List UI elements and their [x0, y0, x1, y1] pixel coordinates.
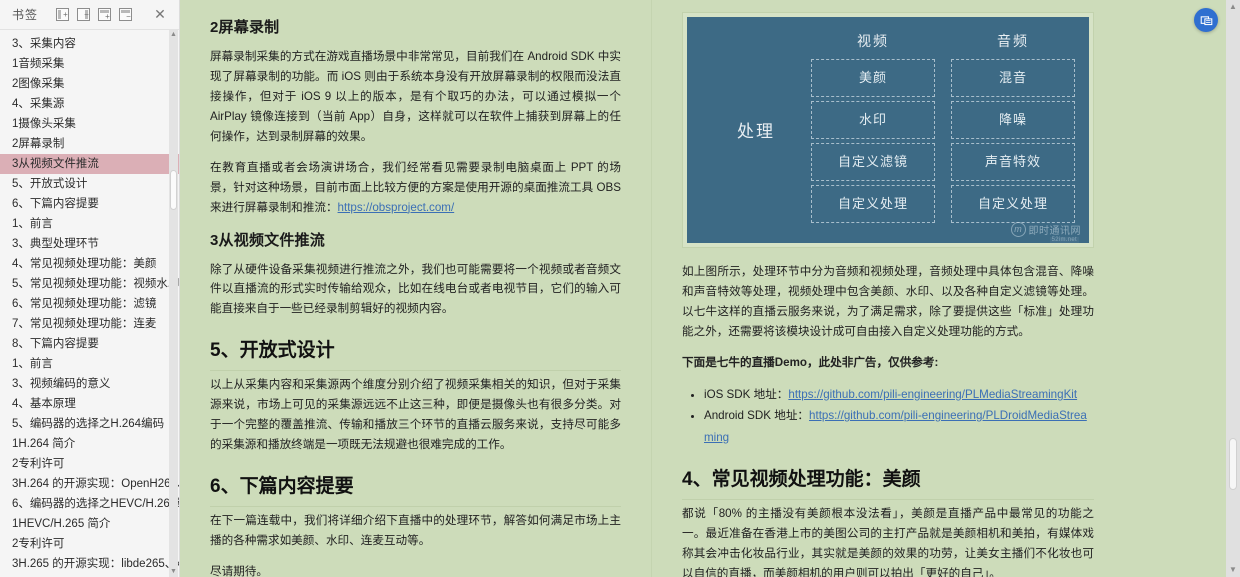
bookmark-item[interactable]: 2专利许可	[0, 454, 179, 474]
list-item: iOS SDK 地址：https://github.com/pili-engin…	[704, 384, 1094, 405]
screenshot-capture-icon	[1200, 15, 1212, 25]
bookmark-item[interactable]: 5、常见视频处理功能：视频水印	[0, 274, 179, 294]
diagram-cell: 自定义处理	[951, 185, 1075, 223]
bookmark-item[interactable]: 1、前言	[0, 354, 179, 374]
external-link[interactable]: https://obsproject.com/	[338, 201, 455, 214]
diagram-column-header: 视频	[857, 33, 889, 49]
app-window: 书签 + − + − ✕ 3、采集内容 1音频采集 2图像采集 4、采集源 1摄像头采集…	[0, 0, 1240, 577]
document-content: 2屏幕录制屏幕录制采集的方式在游戏直播场景中非常常见，目前我们在 Android…	[180, 0, 1240, 577]
bookmark-item[interactable]: 1摄像头采集	[0, 114, 179, 134]
link-list: iOS SDK 地址：https://github.com/pili-engin…	[682, 384, 1094, 448]
bookmark-item[interactable]: 3、采集内容	[0, 34, 179, 54]
section-heading-major: 4、常见视频处理功能：美颜	[682, 464, 1094, 500]
diagram-cell: 自定义滤镜	[811, 143, 935, 181]
sidebar-toolbar-icons: + − + −	[56, 8, 133, 21]
diagram-column: 音频混音降噪声音特效自定义处理	[951, 31, 1075, 227]
document-column-right: 处理 视频 美颜 水印 自定义滤镜 自定义处理 音频 混音 降噪 声音特效 自定义处理 m 即时通讯网 5…	[652, 0, 1124, 577]
list-item: Android SDK 地址：https://github.com/pili-e…	[704, 405, 1094, 448]
bookmark-item[interactable]: 1H.264 简介	[0, 434, 179, 454]
watermark-subtext: 52im.net	[1049, 237, 1079, 243]
page-scroll-down-icon[interactable]: ▼	[1226, 563, 1240, 577]
diagram-cell: 自定义处理	[811, 185, 935, 223]
paragraph: 以上从采集内容和采集源两个维度分别介绍了视频采集相关的知识，但对于采集源来说，市…	[210, 378, 621, 452]
collapse-node-icon[interactable]: −	[119, 8, 133, 21]
paragraph: 屏幕录制采集的方式在游戏直播场景中非常常见，目前我们在 Android SDK …	[210, 50, 621, 143]
watermark: m 即时通讯网 52im.net	[1010, 222, 1082, 243]
bookmark-item[interactable]: 1音频采集	[0, 54, 179, 74]
paragraph-bold: 下面是七牛的直播Demo，此处非广告，仅供参考:	[682, 355, 939, 369]
bookmark-list[interactable]: 3、采集内容 1音频采集 2图像采集 4、采集源 1摄像头采集 2屏幕录制 3从视频文件推流…	[0, 30, 179, 577]
paragraph: 都说「80% 的主播没有美颜根本没法看」，美颜是直播产品中最常见的功能之一。最近…	[682, 507, 1094, 577]
diagram-cell: 美颜	[811, 59, 935, 97]
bookmark-item[interactable]: 4、常见视频处理功能：美颜	[0, 254, 179, 274]
bookmark-item[interactable]: 1HEVC/H.265 简介	[0, 514, 179, 534]
bookmark-item[interactable]: 6、下篇内容提要	[0, 194, 179, 214]
bookmark-item[interactable]: 3、典型处理环节	[0, 234, 179, 254]
diagram-column-header: 音频	[997, 33, 1029, 49]
bookmark-item[interactable]: 3、视频编码的意义	[0, 374, 179, 394]
diagram-cell: 声音特效	[951, 143, 1075, 181]
sdk-link[interactable]: https://github.com/pili-engineering/PLDr…	[704, 409, 1087, 443]
bookmark-item[interactable]: 2图像采集	[0, 74, 179, 94]
bookmark-item[interactable]: 5、开放式设计	[0, 174, 179, 194]
sidebar-scrollbar-thumb[interactable]	[170, 170, 177, 210]
paragraph: 除了从硬件设备采集视频进行推流之外，我们也可能需要将一个视频或者音频文件以直播流…	[210, 262, 621, 316]
bookmark-item[interactable]: 6、编码器的选择之HEVC/H.265编码	[0, 494, 179, 514]
watermark-text: 即时通讯网	[1028, 226, 1081, 237]
watermark-logo-icon: m	[1010, 222, 1026, 237]
diagram-column: 视频美颜水印自定义滤镜自定义处理	[811, 31, 935, 227]
page-scrollbar-thumb[interactable]	[1229, 438, 1237, 490]
bookmark-item[interactable]: 6、常见视频处理功能：滤镜	[0, 294, 179, 314]
bookmark-item[interactable]: 2屏幕录制	[0, 134, 179, 154]
sdk-link[interactable]: https://github.com/pili-engineering/PLMe…	[788, 388, 1077, 401]
paragraph: 如上图所示，处理环节中分为音频和视频处理，音频处理中具体包含混音、降噪和声音特效…	[682, 265, 1094, 338]
expand-node-icon[interactable]: +	[98, 8, 112, 21]
collapse-all-icon[interactable]: −	[77, 8, 91, 21]
sidebar-title: 书签	[12, 8, 39, 22]
diagram-columns: 视频 美颜 水印 自定义滤镜 自定义处理 音频 混音 降噪 声音特效 自定义处理	[811, 31, 1075, 227]
section-heading: 3从视频文件推流	[210, 231, 325, 249]
paragraph: 尽请期待。	[210, 564, 268, 577]
bookmark-item[interactable]: 2专利许可	[0, 534, 179, 554]
diagram-row-label: 处理	[737, 121, 775, 141]
page-scroll-up-icon[interactable]: ▲	[1226, 0, 1240, 14]
bookmark-item[interactable]: 4、采集源	[0, 94, 179, 114]
bookmark-item[interactable]: 4、基本原理	[0, 394, 179, 414]
section-heading: 2屏幕录制	[210, 19, 280, 36]
page-scrollbar[interactable]: ▲ ▼	[1226, 0, 1240, 577]
bookmark-item[interactable]: 3H.264 的开源实现：OpenH264、x264	[0, 474, 179, 494]
sidebar-scrollbar[interactable]: ▲ ▼	[169, 30, 178, 577]
diagram-cell: 降噪	[951, 101, 1075, 139]
scroll-down-icon[interactable]: ▼	[169, 567, 178, 577]
bookmark-item[interactable]: 3H.265 的开源实现：libde265、x265	[0, 554, 179, 574]
diagram-cell: 混音	[951, 59, 1075, 97]
bookmark-item[interactable]: 8、下篇内容提要	[0, 334, 179, 354]
scroll-up-icon[interactable]: ▲	[169, 30, 178, 40]
bookmark-item[interactable]: 1、前言	[0, 214, 179, 234]
bookmarks-sidebar: 书签 + − + − ✕ 3、采集内容 1音频采集 2图像采集 4、采集源 1摄像头采集…	[0, 0, 180, 577]
close-icon[interactable]: ✕	[151, 6, 169, 24]
paragraph: 在下一篇连载中，我们将详细介绍下直播中的处理环节，解答如何满足市场上主播的各种需…	[210, 514, 621, 547]
bookmark-item[interactable]: 3从视频文件推流	[0, 154, 179, 174]
bookmark-item[interactable]: 7、常见视频处理功能：连麦	[0, 314, 179, 334]
screenshot-capture-button[interactable]	[1194, 8, 1218, 32]
section-heading-major: 5、开放式设计	[210, 335, 621, 372]
sidebar-toolbar: 书签 + − + − ✕	[0, 0, 179, 30]
processing-diagram: 处理 视频 美颜 水印 自定义滤镜 自定义处理 音频 混音 降噪 声音特效 自定义处理 m 即时通讯网 5…	[687, 17, 1089, 243]
processing-diagram-figure: 处理 视频 美颜 水印 自定义滤镜 自定义处理 音频 混音 降噪 声音特效 自定义处理 m 即时通讯网 5…	[682, 12, 1094, 248]
document-column-left: 2屏幕录制屏幕录制采集的方式在游戏直播场景中非常常见，目前我们在 Android…	[180, 0, 652, 577]
diagram-cell: 水印	[811, 101, 935, 139]
paragraph: 在教育直播或者会场演讲场合，我们经常看见需要录制电脑桌面上 PPT 的场景，针对…	[210, 160, 621, 214]
bookmark-item[interactable]: 5、编码器的选择之H.264编码	[0, 414, 179, 434]
expand-all-icon[interactable]: +	[56, 8, 70, 21]
section-heading-major: 6、下篇内容提要	[210, 471, 621, 508]
